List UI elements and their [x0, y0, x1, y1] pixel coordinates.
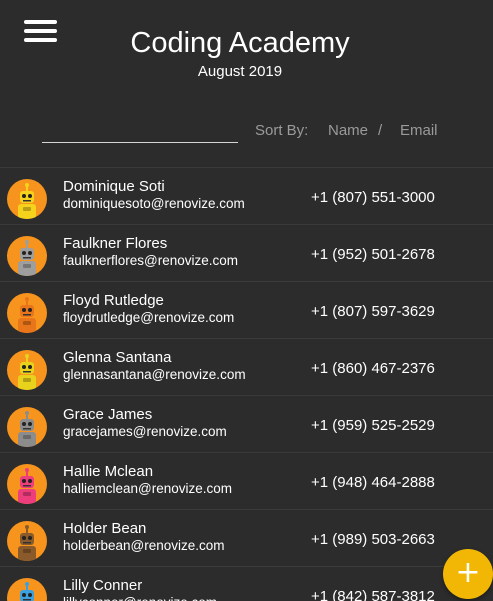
robot-avatar-icon: [7, 464, 47, 504]
contact-email: gracejames@renovize.com: [63, 424, 227, 439]
contact-phone: +1 (959) 525-2529: [311, 417, 435, 434]
app-root: Coding Academy August 2019 Sort By: Name…: [0, 0, 493, 601]
contact-name: Dominique Soti: [63, 178, 165, 195]
sort-by-email-link[interactable]: Email: [400, 122, 438, 139]
contact-email: lillyconner@renovize.com: [63, 594, 217, 601]
contact-email: halliemclean@renovize.com: [63, 481, 233, 496]
sort-separator: /: [378, 122, 383, 139]
page-title: Coding Academy: [130, 27, 350, 59]
contact-email: faulknerflores@renovize.com: [63, 253, 239, 268]
contact-name: Grace James: [63, 406, 153, 423]
robot-avatar-icon: [7, 407, 47, 447]
contact-row[interactable]: Grace James gracejames@renovize.com +1 (95…: [0, 395, 493, 452]
contact-row[interactable]: Floyd Rutledge floydrutledge@renovize.com…: [0, 281, 493, 338]
robot-avatar-icon: [7, 521, 47, 561]
add-contact-button[interactable]: +: [443, 549, 493, 599]
contact-name: Hallie Mclean: [63, 463, 154, 480]
robot-avatar-icon: [7, 578, 47, 601]
contact-phone: +1 (842) 587-3812: [311, 588, 435, 601]
contact-email: glennasantana@renovize.com: [63, 367, 246, 382]
contact-phone: +1 (807) 597-3629: [311, 303, 435, 320]
contact-name: Glenna Santana: [63, 349, 172, 366]
contact-name: Faulkner Flores: [63, 235, 168, 252]
robot-avatar-icon: [7, 293, 47, 333]
contact-phone: +1 (952) 501-2678: [311, 246, 435, 263]
contact-row[interactable]: Hallie Mclean halliemclean@renovize.com +1…: [0, 452, 493, 509]
contact-phone: +1 (807) 551-3000: [311, 189, 435, 206]
contact-row[interactable]: Faulkner Flores faulknerflores@renovize.c…: [0, 224, 493, 281]
contact-list: Dominique Soti dominiquesoto@renovize.com…: [0, 167, 493, 601]
robot-avatar-icon: [7, 350, 47, 390]
contact-phone: +1 (860) 467-2376: [311, 360, 435, 377]
sort-by-name-link[interactable]: Name: [328, 122, 368, 139]
contact-row[interactable]: Holder Bean holderbean@renovize.com +1 (98…: [0, 509, 493, 566]
robot-avatar-icon: [7, 236, 47, 276]
page-subtitle: August 2019: [197, 63, 283, 80]
robot-avatar-icon: [7, 179, 47, 219]
plus-icon: +: [455, 555, 481, 590]
contact-name: Holder Bean: [63, 520, 147, 537]
contact-row[interactable]: Lilly Connerlillyconner@renovize.com +1 (…: [0, 566, 493, 601]
contact-email: floydrutledge@renovize.com: [63, 310, 235, 325]
contact-email: holderbean@renovize.com: [63, 538, 225, 553]
contact-phone: +1 (989) 503-2663: [311, 531, 435, 548]
contact-phone: +1 (948) 464-2888: [311, 474, 435, 491]
search-input[interactable]: [42, 118, 238, 143]
contact-row[interactable]: Dominique Soti dominiquesoto@renovize.com…: [0, 167, 493, 224]
contact-row[interactable]: Glenna Santana glennasantana@renovize.com…: [0, 338, 493, 395]
sort-label: Sort By:: [255, 122, 309, 139]
contact-name: Floyd Rutledge: [63, 292, 164, 309]
contact-name: Lilly Conner: [63, 577, 143, 594]
contact-email: dominiquesoto@renovize.com: [63, 196, 245, 211]
